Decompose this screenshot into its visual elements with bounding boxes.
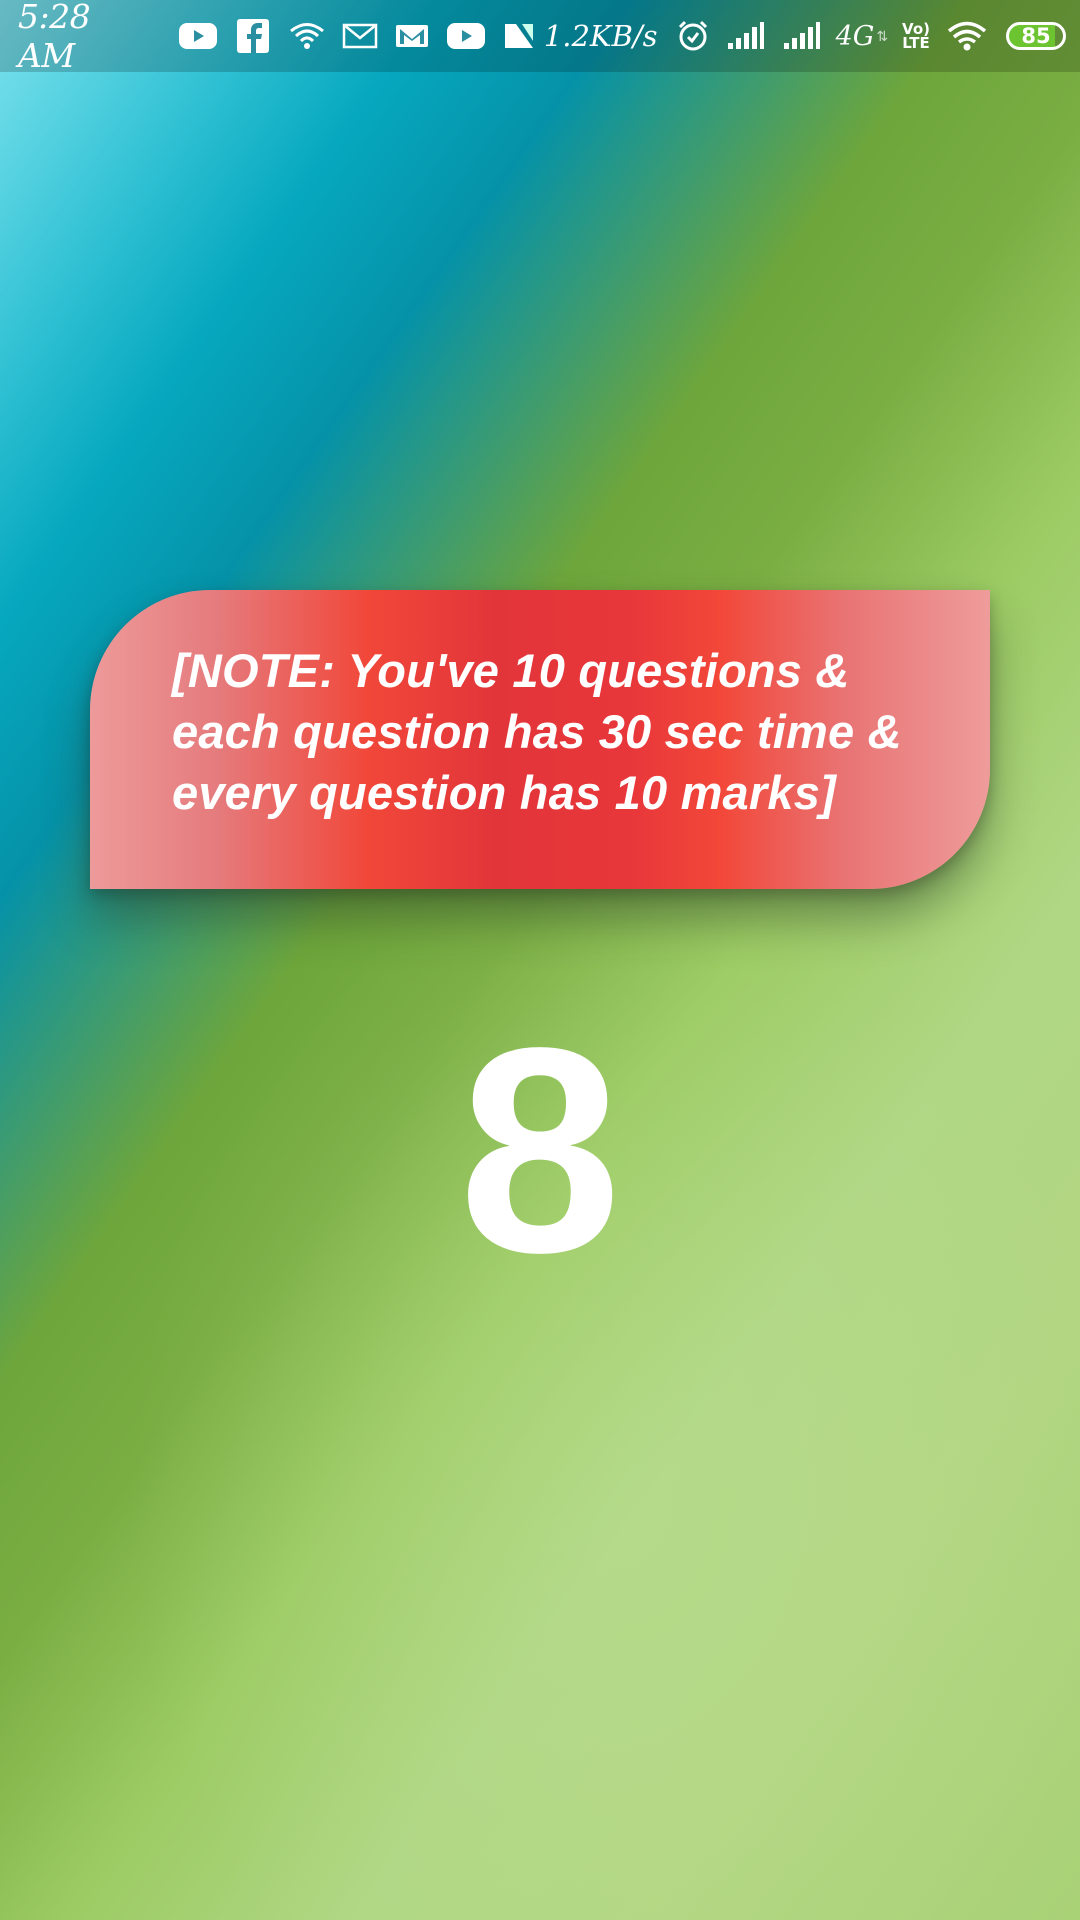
gmail-icon — [394, 22, 430, 50]
net-speed: 1.2KB/s — [543, 19, 658, 53]
wifi-icon — [288, 21, 326, 51]
status-bar: 5:28 AM 1.2KB/s 4G ⇅ Vo) LTE 85 — [0, 0, 1080, 75]
network-type: 4G — [835, 20, 875, 52]
status-time: 5:28 AM — [18, 0, 91, 75]
mail-icon — [342, 22, 378, 50]
facebook-icon — [234, 16, 272, 56]
data-arrows-icon: ⇅ — [876, 27, 889, 44]
countdown-number: 8 — [458, 987, 622, 1313]
status-bar-right: 1.2KB/s 4G ⇅ Vo) LTE 85 — [544, 0, 1066, 72]
status-bar-left: 5:28 AM — [18, 0, 544, 75]
youtube-icon — [178, 21, 218, 51]
volte-bottom: LTE — [902, 34, 930, 52]
signal-icon — [726, 21, 766, 51]
youtube-icon — [446, 21, 486, 51]
note-text: [NOTE: You've 10 questions & each questi… — [172, 644, 902, 819]
battery-icon: 85 — [1006, 22, 1066, 50]
note-card: [NOTE: You've 10 questions & each questi… — [90, 590, 990, 889]
alarm-icon — [676, 19, 710, 53]
battery-level: 85 — [1021, 24, 1051, 48]
n-app-icon — [502, 21, 536, 51]
wifi-icon — [946, 20, 988, 52]
volte-indicator: Vo) LTE — [902, 22, 930, 52]
background-glow — [0, 0, 1080, 1920]
signal-icon — [782, 21, 822, 51]
